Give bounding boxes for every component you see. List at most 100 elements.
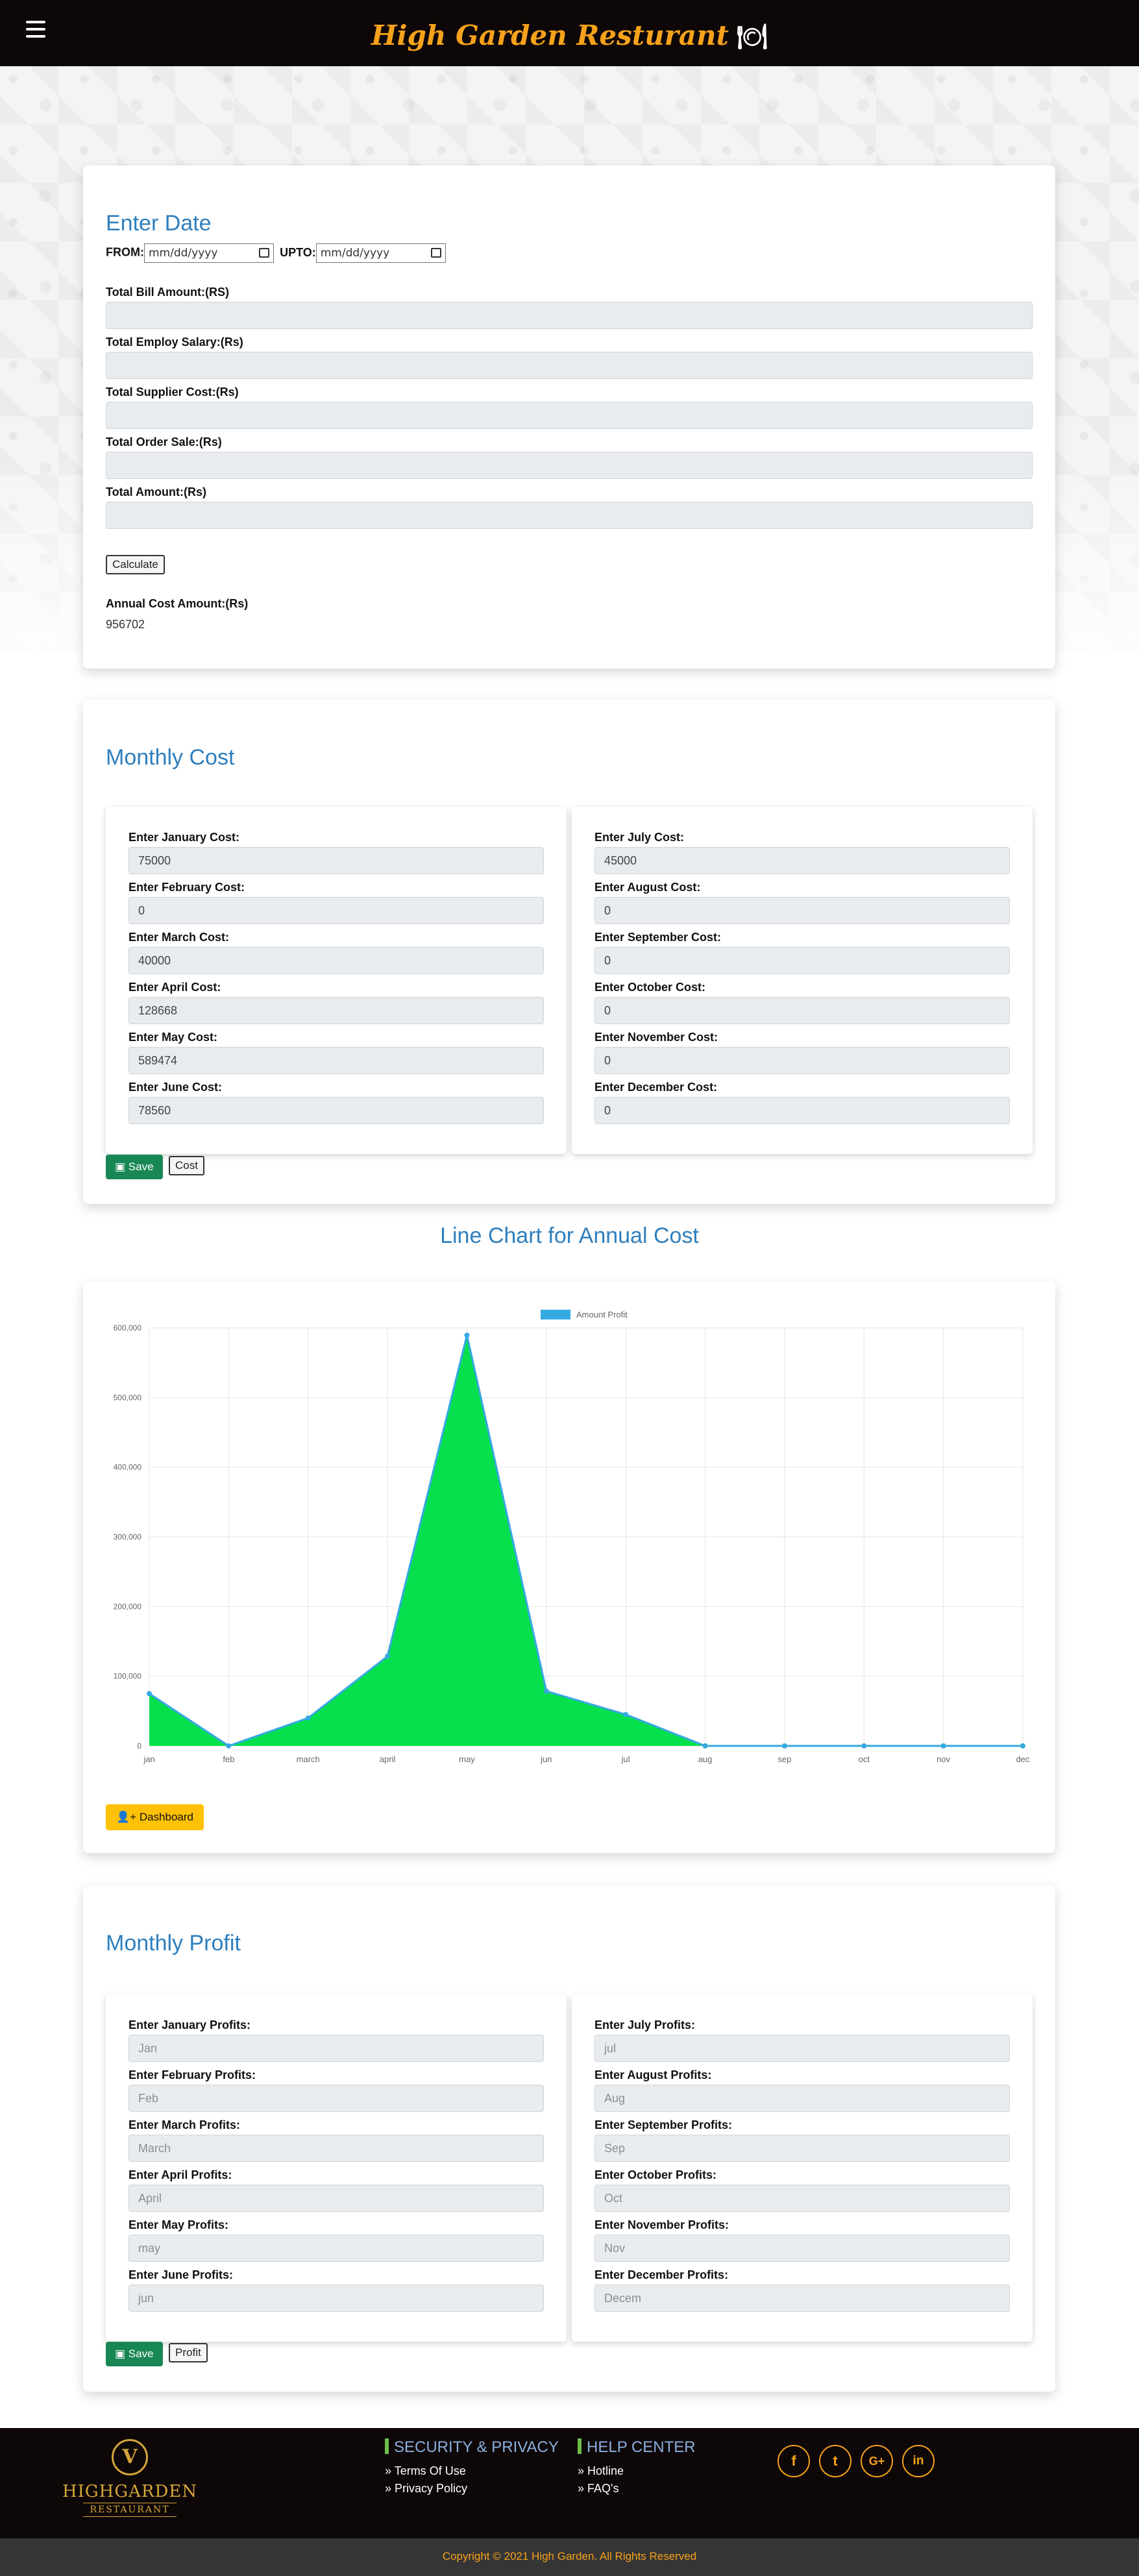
save-cost-button[interactable]: ▣ Save [106,1155,163,1179]
monthly-profit-card: Monthly Profit Enter January Profits: Jan… [83,1885,1055,2392]
month-label: Enter July Cost: [594,831,685,844]
data-point[interactable] [464,1332,470,1338]
cost-button[interactable]: Cost [169,1156,204,1175]
highgarden-logo: V HIGHGARDEN RESTAURANT [55,2434,204,2538]
card-title: Enter Date [106,211,212,236]
double-chevron-icon: » [385,2464,395,2477]
x-tick-label: april [380,1754,396,1764]
month-input[interactable]: March [129,2135,544,2162]
total-field-input[interactable] [106,352,1033,379]
faq-link[interactable]: » FAQ's [578,2482,618,2496]
annual-cost-chart: 0 100,000 200,000 300,000 400,000 500,000 600,… [114,1310,1030,1764]
terms-link[interactable]: » Terms Of Use [385,2464,466,2478]
data-point[interactable] [226,1743,232,1748]
data-point[interactable] [781,1743,787,1748]
month-input[interactable]: Feb [129,2085,544,2112]
upto-date-input[interactable]: mm/dd/yyyy [315,243,446,263]
google-plus-icon[interactable]: G+ [861,2445,893,2477]
month-input[interactable]: 128668 [129,997,544,1024]
data-point[interactable] [385,1653,391,1659]
data-point[interactable] [543,1688,549,1694]
total-field-label: Total Employ Salary:(Rs) [106,336,243,349]
save-profit-button[interactable]: ▣ Save [106,2342,163,2366]
terms-link-text: Terms Of Use [394,2464,466,2477]
cost-right-column: Enter July Cost: 45000 Enter August Cost: 0… [572,807,1033,1154]
month-label: Enter February Profits: [129,2068,256,2081]
month-input[interactable]: 40000 [129,947,544,974]
month-label: Enter May Cost: [129,1031,218,1044]
data-point[interactable] [305,1715,311,1721]
month-input[interactable]: 0 [594,1047,1010,1074]
top-navbar: High Garden Resturant 🍽 [0,0,1139,66]
x-tick-label: aug [698,1754,713,1764]
copyright-text: Copyright © 2021 High Garden. All Rights… [442,2550,697,2562]
calendar-icon[interactable] [258,248,269,258]
data-point[interactable] [940,1743,946,1748]
double-chevron-icon: » [385,2482,395,2495]
month-input[interactable]: Oct [594,2185,1010,2212]
month-label: Enter December Cost: [594,1081,718,1094]
security-heading-text: SECURITY & PRIVACY [394,2438,559,2456]
upto-date-placeholder: mm/dd/yyyy [320,247,390,260]
data-point[interactable] [623,1711,629,1717]
month-input[interactable]: Decem [594,2285,1010,2312]
from-date-input[interactable]: mm/dd/yyyy [143,243,274,263]
twitter-icon[interactable]: t [819,2445,851,2477]
month-label: Enter March Profits: [129,2118,241,2131]
y-tick-label: 0 [137,1741,141,1750]
data-point[interactable] [861,1743,867,1748]
month-input[interactable]: 78560 [129,1097,544,1124]
privacy-link[interactable]: » Privacy Policy [385,2482,467,2496]
hotline-link[interactable]: » Hotline [578,2464,624,2478]
month-input[interactable]: 0 [129,897,544,924]
x-tick-label: jul [621,1754,630,1764]
month-label: Enter September Cost: [594,931,722,944]
plate-cutlery-icon: 🍽 [736,21,768,51]
legend-swatch [541,1310,570,1319]
x-tick-label: feb [223,1754,234,1764]
cost-left-column: Enter January Cost: 75000 Enter February C… [106,807,567,1154]
linkedin-icon[interactable]: in [902,2445,935,2477]
data-point[interactable] [1020,1743,1025,1748]
facebook-icon[interactable]: f [778,2445,810,2477]
total-field-input[interactable] [106,402,1033,429]
x-tick-label: dec [1016,1754,1030,1764]
total-field-label: Total Supplier Cost:(Rs) [106,386,239,399]
month-input[interactable]: 45000 [594,847,1010,874]
month-input[interactable]: 0 [594,997,1010,1024]
month-label: Enter April Cost: [129,981,221,994]
data-point[interactable] [702,1743,708,1748]
month-input[interactable]: jul [594,2035,1010,2062]
month-input[interactable]: may [129,2235,544,2262]
logo-name: HIGHGARDEN [62,2482,198,2501]
month-input[interactable]: 0 [594,1097,1010,1124]
total-field-input[interactable] [106,302,1033,329]
profit-right-column: Enter July Profits: jul Enter August Profi… [572,1994,1033,2342]
month-input[interactable]: jun [129,2285,544,2312]
month-label: Enter June Profits: [129,2268,234,2281]
month-input[interactable]: Nov [594,2235,1010,2262]
total-field-label: Total Bill Amount:(RS) [106,286,229,299]
month-input[interactable]: 75000 [129,847,544,874]
data-point[interactable] [147,1691,152,1697]
month-input[interactable]: April [129,2185,544,2212]
logo-crest: V [112,2439,148,2475]
dashboard-button[interactable]: 👤+ Dashboard [106,1804,204,1830]
total-field-input[interactable] [106,502,1033,529]
x-tick-label: march [297,1754,320,1764]
profit-button[interactable]: Profit [169,2343,208,2362]
month-input[interactable]: Sep [594,2135,1010,2162]
calendar-icon[interactable] [430,248,441,258]
month-input[interactable]: 0 [594,897,1010,924]
upto-label: UPTO: [280,245,316,259]
month-input[interactable]: 0 [594,947,1010,974]
x-tick-label: jun [540,1754,552,1764]
month-input[interactable]: Jan [129,2035,544,2062]
month-input[interactable]: 589474 [129,1047,544,1074]
series-line [149,1334,1023,1747]
card-title: Monthly Profit [106,1931,241,1956]
month-input[interactable]: Aug [594,2085,1010,2112]
logo-sub: RESTAURANT [83,2503,177,2517]
total-field-input[interactable] [106,452,1033,479]
calculate-button[interactable]: Calculate [106,555,165,574]
